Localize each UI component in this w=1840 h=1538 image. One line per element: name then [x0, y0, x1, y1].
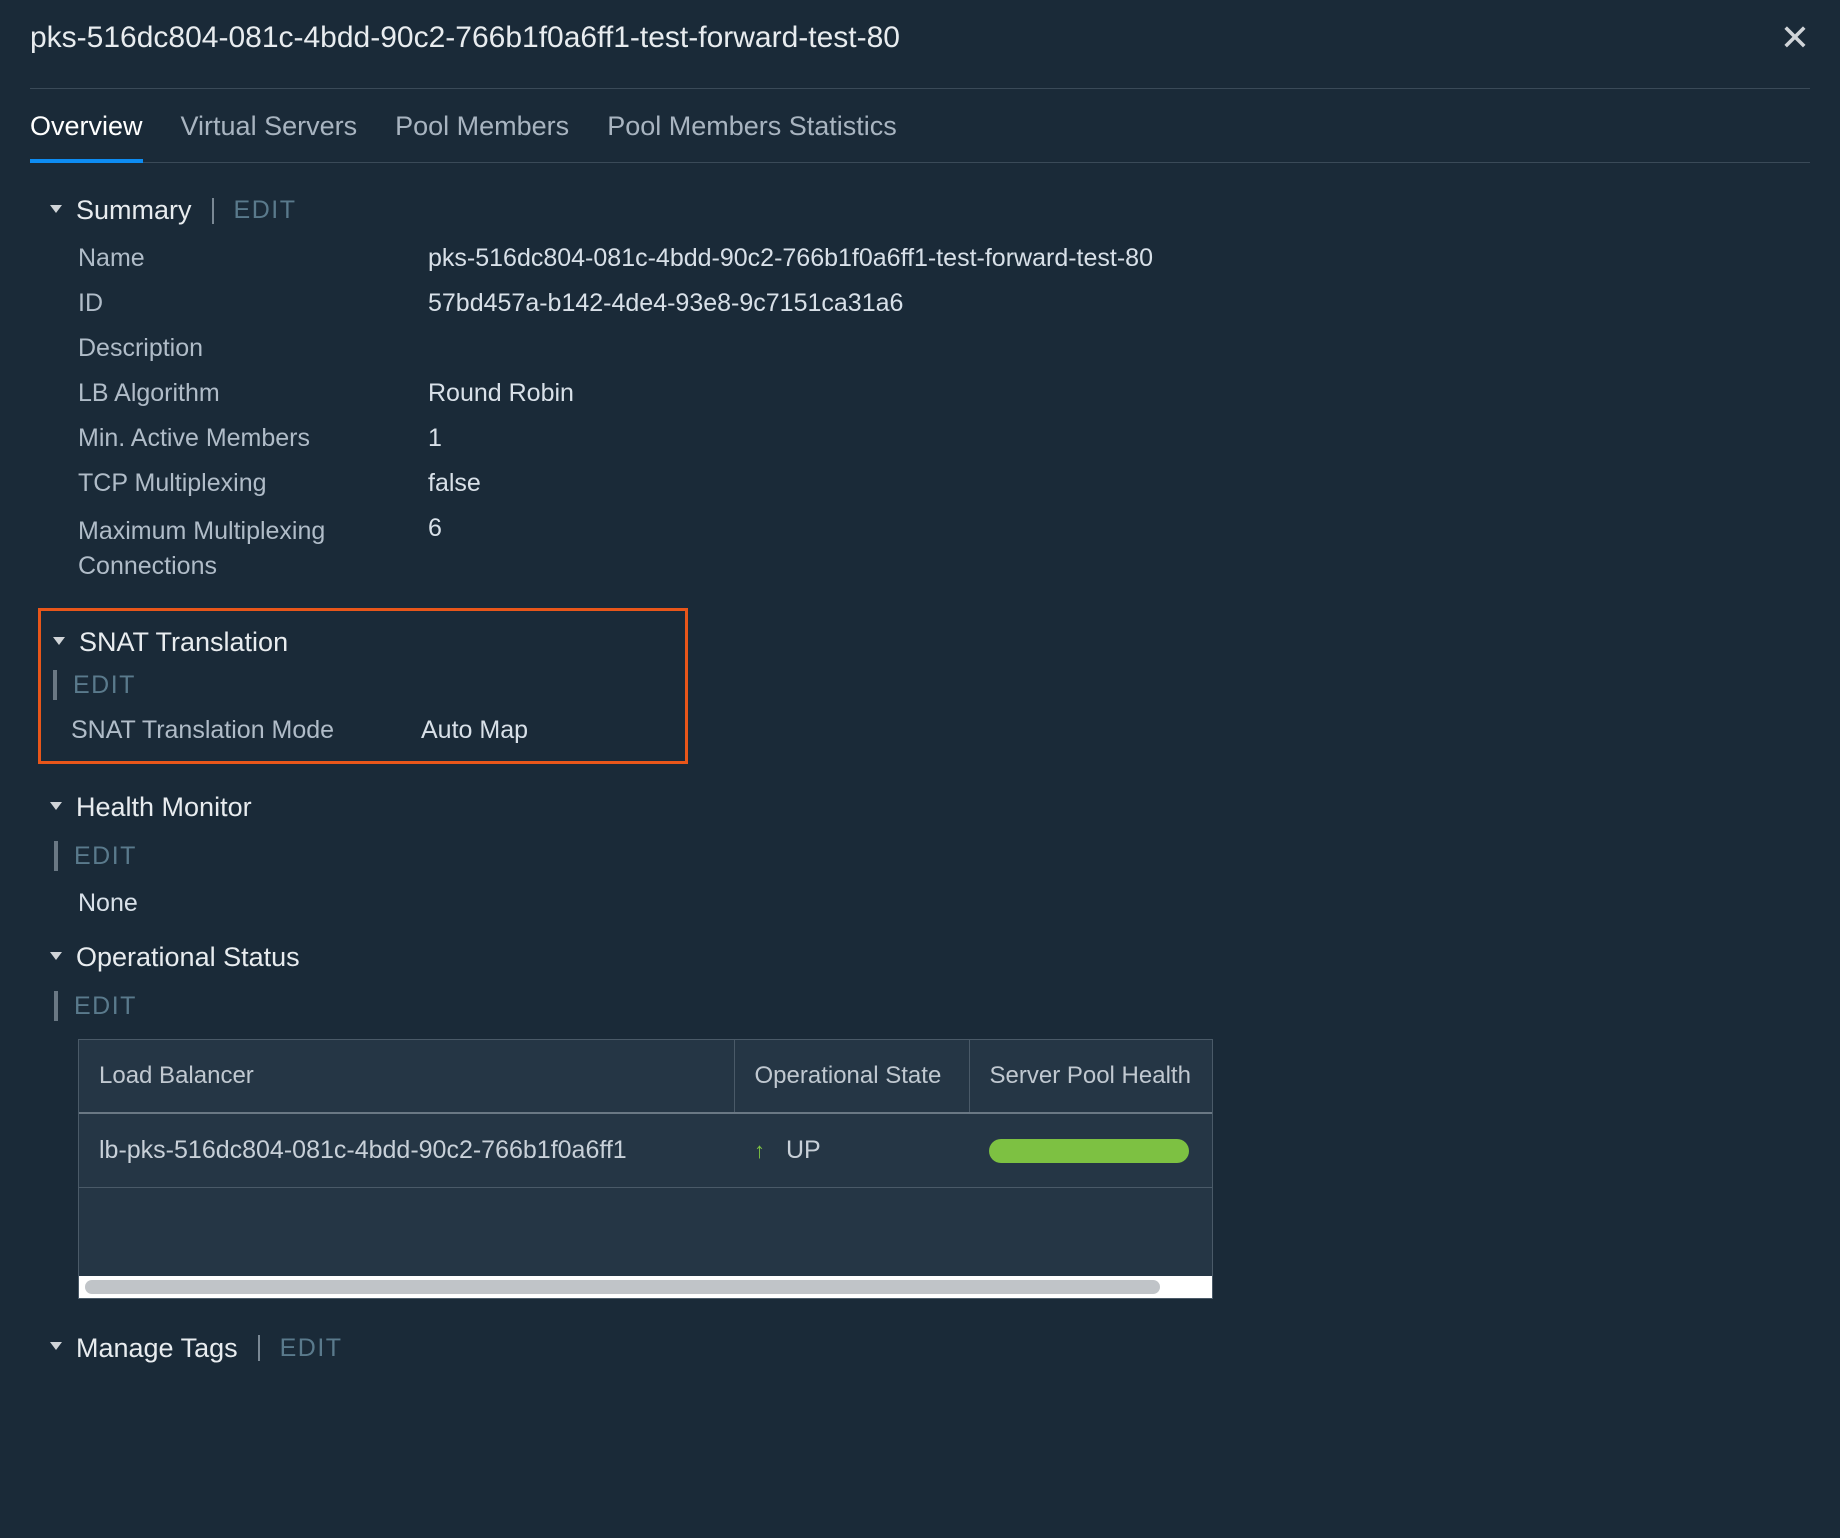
op-status-header: Operational Status: [50, 942, 1810, 973]
label-id: ID: [78, 289, 428, 318]
edit-bar: [54, 991, 58, 1021]
op-status-table-wrap: Load Balancer Operational State Server P…: [78, 1039, 1213, 1299]
tags-edit-link[interactable]: EDIT: [280, 1334, 343, 1363]
value-id: 57bd457a-b142-4de4-93e8-9c7151ca31a6: [428, 289, 903, 318]
section-health: Health Monitor EDIT None: [50, 792, 1810, 918]
health-header: Health Monitor: [50, 792, 1810, 823]
chevron-down-icon[interactable]: [50, 952, 62, 960]
health-title: Health Monitor: [76, 792, 252, 823]
chevron-down-icon[interactable]: [50, 802, 62, 810]
section-manage-tags: Manage Tags EDIT: [50, 1333, 1810, 1364]
tab-pool-members[interactable]: Pool Members: [395, 93, 569, 162]
col-load-balancer[interactable]: Load Balancer: [79, 1040, 734, 1113]
op-status-title: Operational Status: [76, 942, 300, 973]
op-status-edit-row: EDIT: [54, 991, 1810, 1021]
tags-title: Manage Tags: [76, 1333, 238, 1364]
tags-header: Manage Tags EDIT: [50, 1333, 1810, 1364]
scrollbar-thumb[interactable]: [85, 1280, 1160, 1294]
cell-health: [969, 1113, 1213, 1188]
value-max-mux: 6: [428, 514, 442, 584]
summary-header: Summary EDIT: [50, 195, 1810, 226]
panel-header: pks-516dc804-081c-4bdd-90c2-766b1f0a6ff1…: [30, 20, 1810, 89]
label-snat-mode: SNAT Translation Mode: [71, 716, 421, 745]
page-title: pks-516dc804-081c-4bdd-90c2-766b1f0a6ff1…: [30, 21, 900, 55]
section-op-status: Operational Status EDIT Load Balancer Op…: [50, 942, 1810, 1299]
table-row[interactable]: lb-pks-516dc804-081c-4bdd-90c2-766b1f0a6…: [79, 1113, 1213, 1188]
section-summary: Summary EDIT Namepks-516dc804-081c-4bdd-…: [50, 195, 1810, 584]
chevron-down-icon[interactable]: [53, 637, 65, 645]
up-arrow-icon: ↑: [754, 1138, 765, 1163]
summary-edit-link[interactable]: EDIT: [234, 196, 297, 225]
snat-title: SNAT Translation: [79, 627, 288, 658]
horizontal-scrollbar[interactable]: [79, 1276, 1212, 1298]
op-state-text: UP: [786, 1136, 821, 1164]
chevron-down-icon[interactable]: [50, 205, 62, 213]
chevron-down-icon[interactable]: [50, 1342, 62, 1350]
edit-bar: [53, 670, 57, 700]
snat-edit-link[interactable]: EDIT: [73, 671, 136, 700]
label-lb-algo: LB Algorithm: [78, 379, 428, 408]
health-edit-link[interactable]: EDIT: [74, 842, 137, 871]
value-lb-algo: Round Robin: [428, 379, 574, 408]
health-bar-icon: [989, 1139, 1189, 1163]
table-header-row: Load Balancer Operational State Server P…: [79, 1040, 1213, 1113]
tabs: Overview Virtual Servers Pool Members Po…: [30, 93, 1810, 163]
label-max-mux: Maximum Multiplexing Connections: [78, 514, 428, 584]
value-snat-mode: Auto Map: [421, 716, 528, 745]
label-name: Name: [78, 244, 428, 273]
tab-pool-stats[interactable]: Pool Members Statistics: [607, 93, 897, 162]
close-icon[interactable]: ✕: [1780, 20, 1810, 56]
tab-overview[interactable]: Overview: [30, 93, 143, 162]
edit-bar: [54, 841, 58, 871]
divider: [212, 198, 214, 224]
value-min-active: 1: [428, 424, 442, 453]
value-name: pks-516dc804-081c-4bdd-90c2-766b1f0a6ff1…: [428, 244, 1153, 273]
tab-virtual-servers[interactable]: Virtual Servers: [181, 93, 358, 162]
health-value: None: [78, 889, 138, 918]
value-tcp-mux: false: [428, 469, 481, 498]
cell-op-state: ↑ UP: [734, 1113, 969, 1188]
col-server-pool-health[interactable]: Server Pool Health: [969, 1040, 1213, 1113]
section-snat-highlighted: SNAT Translation EDIT SNAT Translation M…: [38, 608, 688, 764]
label-description: Description: [78, 334, 428, 363]
snat-header: SNAT Translation: [53, 627, 673, 658]
health-edit-row: EDIT: [54, 841, 1810, 871]
summary-title: Summary: [76, 195, 192, 226]
label-min-active: Min. Active Members: [78, 424, 428, 453]
op-status-edit-link[interactable]: EDIT: [74, 992, 137, 1021]
divider: [258, 1335, 260, 1361]
snat-edit-row: EDIT: [53, 670, 673, 700]
label-tcp-mux: TCP Multiplexing: [78, 469, 428, 498]
cell-lb-name: lb-pks-516dc804-081c-4bdd-90c2-766b1f0a6…: [79, 1113, 734, 1188]
op-status-table: Load Balancer Operational State Server P…: [79, 1040, 1213, 1276]
col-operational-state[interactable]: Operational State: [734, 1040, 969, 1113]
table-row-empty: [79, 1188, 1213, 1276]
